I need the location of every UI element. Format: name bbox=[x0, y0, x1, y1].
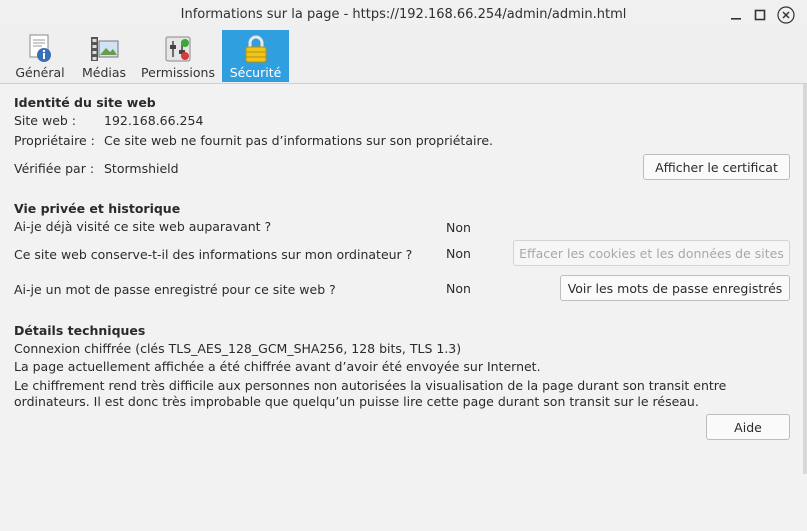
media-icon bbox=[88, 33, 120, 65]
verified-label: Vérifiée par : bbox=[14, 161, 95, 176]
password-question: Ai-je un mot de passe enregistré pour ce… bbox=[14, 282, 336, 297]
help-button[interactable]: Aide bbox=[706, 414, 790, 440]
window-title: Informations sur la page - https://192.1… bbox=[180, 7, 627, 22]
tab-general[interactable]: Général bbox=[12, 30, 68, 82]
clear-cookies-button[interactable]: Effacer les cookies et les données de si… bbox=[513, 240, 790, 266]
visited-answer: Non bbox=[446, 220, 471, 235]
permissions-icon bbox=[162, 33, 194, 65]
encryption-note: La page actuellement affichée a été chif… bbox=[14, 359, 541, 374]
tab-media[interactable]: Médias bbox=[76, 30, 132, 82]
password-answer: Non bbox=[446, 281, 471, 296]
tab-bar: Général Médias Permissions Sécurité bbox=[0, 30, 807, 84]
maximize-icon[interactable] bbox=[750, 5, 770, 25]
security-panel: Identité du site web Site web : 192.168.… bbox=[0, 84, 807, 531]
general-info-icon bbox=[24, 33, 56, 65]
privacy-heading: Vie privée et historique bbox=[14, 201, 181, 216]
connection-details: Connexion chiffrée (clés TLS_AES_128_GCM… bbox=[14, 341, 462, 356]
tab-media-label: Médias bbox=[81, 65, 127, 80]
close-icon[interactable] bbox=[776, 5, 796, 25]
technical-heading: Détails techniques bbox=[14, 323, 146, 338]
window-titlebar: Informations sur la page - https://192.1… bbox=[0, 0, 807, 31]
owner-label: Propriétaire : bbox=[14, 133, 95, 148]
tab-security-label: Sécurité bbox=[229, 65, 282, 80]
verified-value: Stormshield bbox=[104, 161, 179, 176]
tab-security[interactable]: Sécurité bbox=[222, 30, 289, 82]
encryption-explanation: Le chiffrement rend très difficile aux p… bbox=[14, 378, 727, 409]
site-label: Site web : bbox=[14, 113, 77, 128]
padlock-icon bbox=[240, 33, 272, 65]
view-certificate-button[interactable]: Afficher le certificat bbox=[643, 154, 790, 180]
tab-permissions-label: Permissions bbox=[141, 65, 215, 80]
storage-question: Ce site web conserve-t-il des informatio… bbox=[14, 247, 413, 262]
storage-answer: Non bbox=[446, 246, 471, 261]
tab-general-label: Général bbox=[15, 65, 65, 80]
minimize-icon[interactable] bbox=[726, 5, 746, 25]
visited-question: Ai-je déjà visité ce site web auparavant… bbox=[14, 219, 272, 234]
identity-heading: Identité du site web bbox=[14, 95, 156, 110]
tab-permissions[interactable]: Permissions bbox=[140, 30, 216, 82]
owner-value: Ce site web ne fournit pas d’information… bbox=[104, 133, 493, 148]
site-value: 192.168.66.254 bbox=[104, 113, 204, 128]
view-passwords-button[interactable]: Voir les mots de passe enregistrés bbox=[560, 275, 790, 301]
